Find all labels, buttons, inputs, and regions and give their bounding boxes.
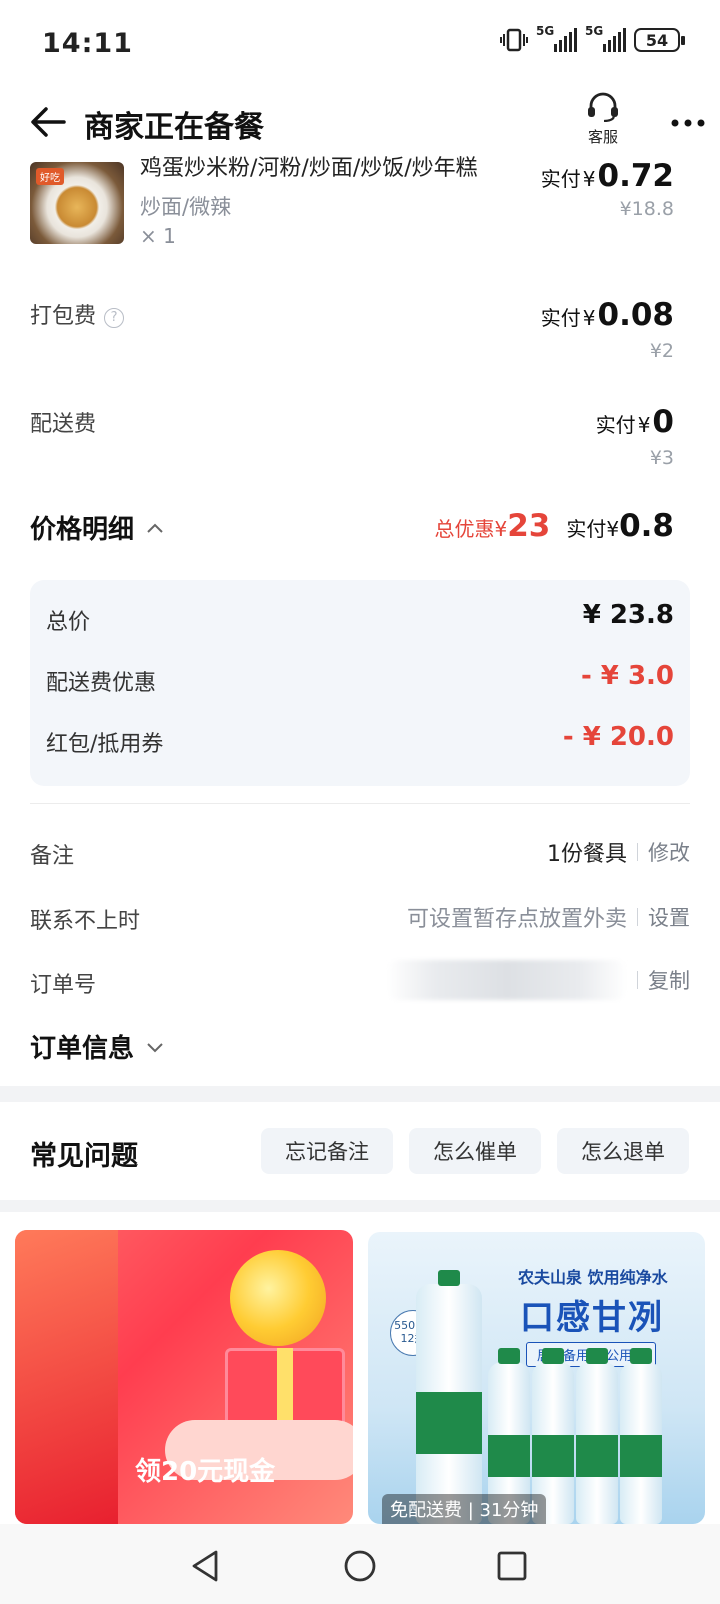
status-icons: 5G 5G 54 [500, 24, 685, 52]
nav-back-icon[interactable] [186, 1546, 226, 1586]
chevron-up-icon [147, 523, 163, 533]
remark-value: 1份餐具 [547, 842, 627, 867]
ad-cash-text: 领20元现金 [135, 1457, 276, 1487]
coin-icon [230, 1250, 326, 1346]
faq-chip-forgot-remark[interactable]: 忘记备注 [261, 1128, 393, 1174]
contact-label: 联系不上时 [30, 909, 141, 934]
price-summary: 总优惠 ¥23 实付 ¥0.8 [434, 508, 674, 544]
item-thumbnail[interactable]: 好吃 [30, 162, 124, 244]
contact-value: 可设置暂存点放置外卖 [406, 907, 627, 932]
ad-slogan: 口感甘冽 [520, 1298, 664, 1338]
delivery-discount-value: - ¥ 3.0 [580, 661, 674, 691]
vibrate-icon [500, 28, 528, 52]
ad-decoration [15, 1230, 118, 1524]
total-price-label: 总价 [46, 610, 91, 635]
copy-order-number-button[interactable]: 复制 [648, 965, 690, 995]
edit-remark-button[interactable]: 修改 [648, 837, 690, 867]
ad-water-banner[interactable]: 农夫山泉 饮用纯净水 口感甘冽 居家备用 办公用水 550mL12瓶 免配送费 … [368, 1232, 705, 1524]
remark-label: 备注 [30, 844, 75, 869]
system-nav-bar [0, 1524, 720, 1604]
coupon-label: 红包/抵用券 [46, 732, 164, 757]
page-title: 商家正在备餐 [84, 110, 264, 145]
header: 商家正在备餐 客服 [0, 88, 720, 158]
help-icon[interactable]: ? [104, 308, 125, 328]
divider [30, 803, 690, 804]
faq-title: 常见问题 [30, 1141, 138, 1172]
item-name: 鸡蛋炒米粉/河粉/炒面/炒饭/炒年糕 [140, 156, 478, 181]
total-price-value: ¥ 23.8 [582, 600, 674, 630]
contact-row: 可设置暂存点放置外卖 设置 [407, 901, 690, 933]
order-number-redacted [387, 960, 627, 1000]
packing-fee-pay: 实付 ¥0.08 [540, 297, 674, 333]
remark-row: 1份餐具 修改 [547, 836, 690, 868]
packing-fee-label: 打包费? [30, 298, 125, 330]
water-bottle-icon [576, 1348, 618, 1524]
delivery-fee-original: ¥3 [649, 447, 674, 469]
customer-service-button[interactable]: 客服 [578, 92, 628, 147]
item-spec: 炒面/微辣 [140, 195, 232, 219]
ad-delivery-info: 免配送费 | 31分钟 [382, 1494, 547, 1524]
nav-home-icon[interactable] [340, 1546, 380, 1586]
order-number-row: 复制 [387, 960, 690, 1000]
headset-icon [588, 92, 618, 123]
status-time: 14:11 [42, 28, 133, 59]
ad-brand: 农夫山泉 饮用纯净水 [518, 1268, 668, 1287]
order-number-label: 订单号 [30, 973, 97, 998]
water-bottle-icon [416, 1270, 482, 1524]
faq-chip-urge-order[interactable]: 怎么催单 [409, 1128, 541, 1174]
section-gap [0, 1086, 720, 1102]
status-bar: 14:11 5G 5G 54 [0, 0, 720, 88]
battery-icon: 54 [634, 28, 685, 52]
water-bottle-icon [620, 1348, 662, 1524]
contact-setting-button[interactable]: 设置 [648, 902, 690, 932]
order-info-title: 订单信息 [30, 1034, 135, 1064]
item-original-price: ¥18.8 [619, 198, 674, 220]
nav-recents-icon[interactable] [492, 1546, 532, 1586]
section-gap [0, 1200, 720, 1212]
delivery-fee-pay: 实付 ¥0 [595, 404, 674, 440]
price-detail-title: 价格明细 [30, 515, 135, 545]
price-detail-box: 总价 ¥ 23.8 配送费优惠 - ¥ 3.0 红包/抵用券 - ¥ 20.0 [30, 580, 690, 786]
item-quantity: × 1 [140, 224, 176, 248]
coupon-value: - ¥ 20.0 [562, 722, 674, 752]
signal-icon: 5G [585, 24, 626, 52]
customer-service-label: 客服 [587, 128, 618, 146]
chevron-down-icon [147, 1042, 163, 1052]
faq-chip-refund[interactable]: 怎么退单 [557, 1128, 689, 1174]
order-info-toggle[interactable]: 订单信息 [30, 1028, 164, 1065]
item-pay: 实付 ¥0.72 [540, 158, 674, 194]
back-arrow-icon[interactable] [28, 104, 68, 140]
signal-icon: 5G [536, 24, 577, 52]
delivery-discount-label: 配送费优惠 [46, 671, 157, 696]
more-icon[interactable] [670, 118, 706, 128]
packing-fee-original: ¥2 [649, 340, 674, 362]
ad-cash-banner[interactable]: 领20元现金 [15, 1230, 353, 1524]
delivery-fee-label: 配送费 [30, 412, 97, 437]
price-detail-toggle[interactable]: 价格明细 [30, 509, 164, 546]
